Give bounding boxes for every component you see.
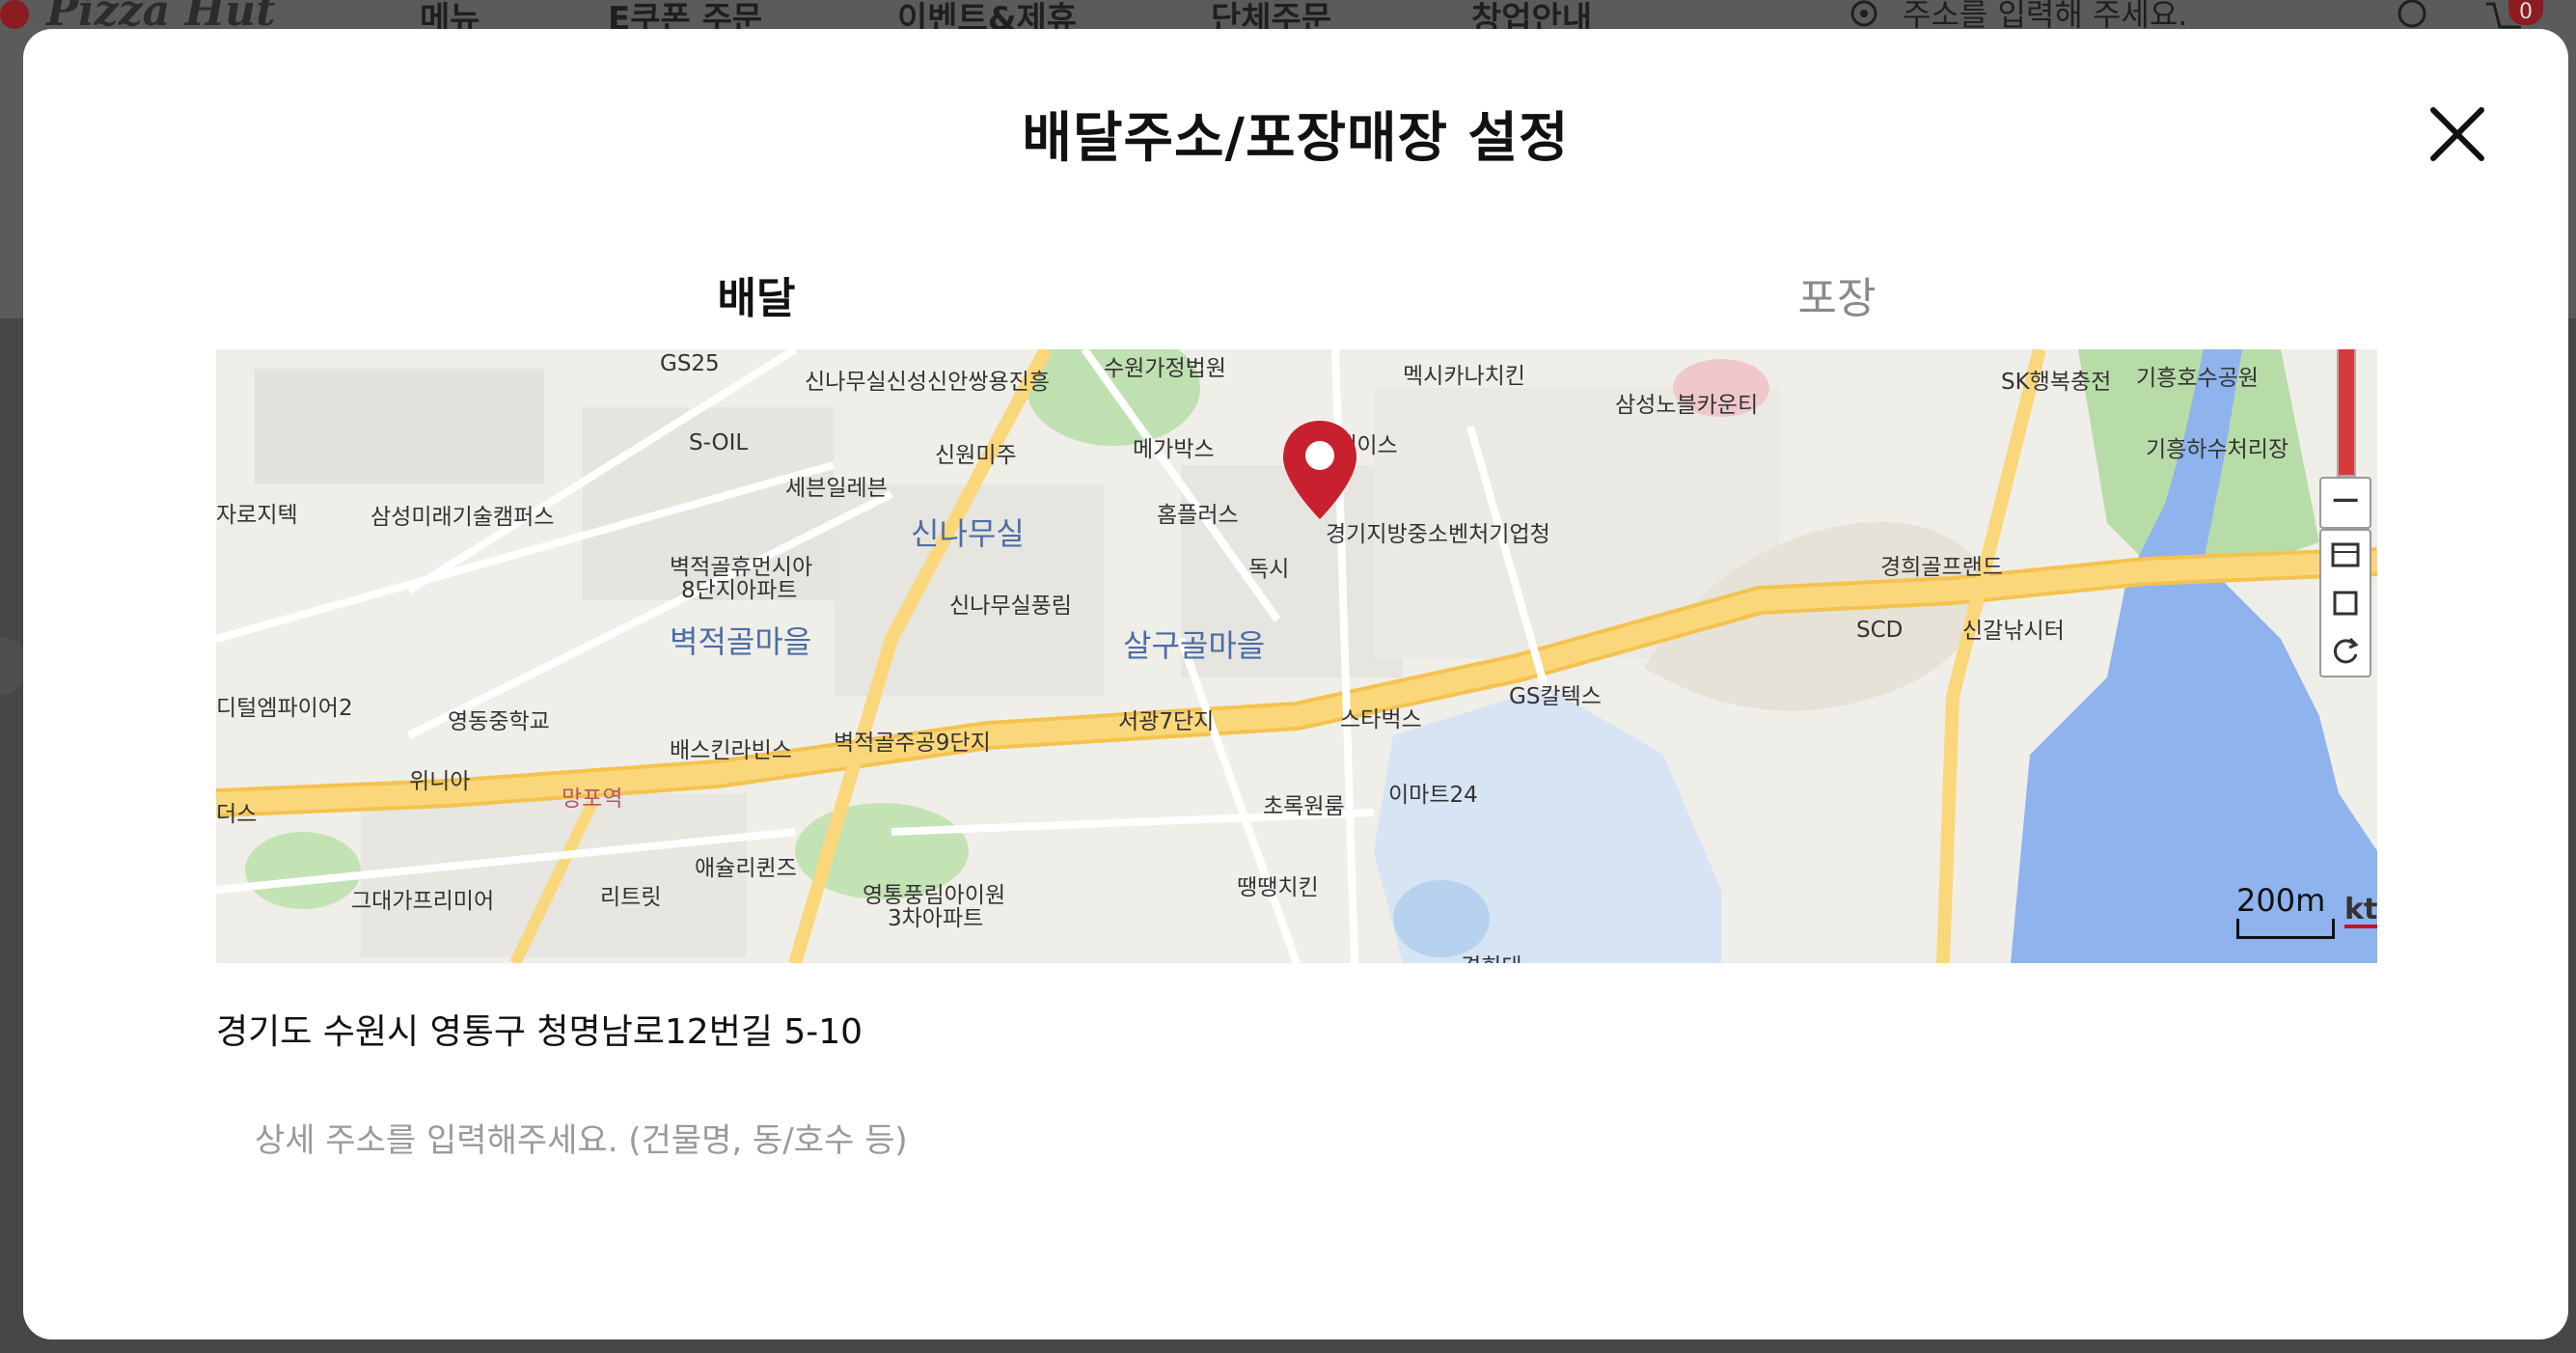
detail-address-input[interactable] (216, 1102, 2377, 1179)
map-label: 삼성노블카운티 (1615, 393, 1759, 418)
map-view[interactable]: GS25 신나무실신성신안쌍용진흥 수원가정법원 멕시카나치킨 삼성노블카운티 … (216, 349, 2377, 963)
map-label: 경기지방중소벤처기업청 (1326, 522, 1550, 547)
map-tools (2319, 529, 2371, 677)
map-label: 망포역 (562, 787, 623, 812)
map-label: 8단지아파트 (681, 578, 798, 603)
tab-delivery-label: 배달 (717, 274, 796, 323)
map-label: 자로지텍 (216, 503, 298, 528)
map-label: 위니아 (409, 769, 471, 794)
map-label: 기흥호수공원 (2136, 366, 2259, 391)
map-label: 세븐일레븐 (785, 476, 888, 501)
map-label: 그대가프리미어 (351, 889, 495, 914)
map-label: GS25 (660, 351, 720, 376)
location-marker-icon[interactable] (1281, 419, 1358, 521)
map-label: 홈플러스 (1157, 503, 1239, 528)
area-measure-icon[interactable] (2321, 579, 2370, 627)
zoom-out-button[interactable]: − (2319, 477, 2371, 529)
map-label: 영동중학교 (448, 709, 550, 734)
cart-count-badge: 0 (2508, 0, 2543, 25)
map-label: 3차아파트 (888, 906, 984, 931)
map-label: 더스 (216, 802, 258, 827)
map-label: GS칼텍스 (1509, 684, 1602, 709)
map-label: 이마트24 (1388, 783, 1478, 808)
map-label: 리트릿 (600, 885, 662, 910)
map-label: 신원미주 (935, 443, 1017, 468)
map-label: 삼성미래기술캠퍼스 (370, 505, 555, 530)
map-label: 땡땡치킨 (1237, 875, 1319, 900)
map-scale-label: 200m (2236, 882, 2326, 919)
map-label: 디털엠파이어2 (216, 696, 353, 721)
map-label: 살구골마을 (1123, 627, 1266, 664)
tab-pickup-label: 포장 (1797, 274, 1877, 323)
modal-title: 배달주소/포장매장 설정 (1022, 107, 1570, 170)
map-label: 독시 (1248, 557, 1290, 582)
address-modal: 배달주소/포장매장 설정 배달 포장 GS25 신나무실신성신안쌍용진흥 수원가… (23, 29, 2568, 1339)
map-label: 멕시카나치킨 (1403, 364, 1525, 389)
close-icon[interactable] (2424, 100, 2491, 168)
location-pin-icon (1850, 0, 1877, 27)
selected-address: 경기도 수원시 영통구 청명남로12번길 5-10 (216, 1012, 863, 1052)
map-label: 신갈낚시터 (1962, 619, 2065, 644)
logo-icon (0, 0, 29, 29)
map-label: SCD (1856, 618, 1904, 643)
map-label: 경희골프랜드 (1880, 555, 2003, 580)
map-label: 벽적골마을 (670, 623, 812, 660)
ruler-icon[interactable] (2321, 531, 2370, 579)
search-icon (2398, 0, 2426, 28)
map-label: 수원가정법원 (1104, 356, 1226, 381)
map-label: 신나무실신성신안쌍용진흥 (805, 370, 1050, 395)
map-label: 기흥하수처리장 (2146, 437, 2289, 462)
map-label: 애슐리퀸즈 (695, 856, 797, 881)
reset-icon[interactable] (2321, 627, 2370, 676)
map-label: 초록원룸 (1263, 794, 1345, 819)
map-label: 벽적골주공9단지 (834, 731, 991, 756)
map-label: 신나무실 (911, 515, 1025, 552)
zoom-level-bar[interactable] (2337, 349, 2356, 477)
map-label: 서광7단지 (1118, 709, 1215, 734)
map-label: 경희대 (1461, 948, 1521, 963)
map-label: 신나무실풍림 (949, 594, 1072, 619)
map-label: SK행복충전 (2001, 370, 2112, 395)
map-scale-bar (2236, 919, 2335, 939)
map-label: 스타벅스 (1340, 707, 1422, 732)
map-label: 메가박스 (1133, 437, 1215, 462)
map-label: S-OIL (689, 430, 749, 456)
map-label: 배스킨라빈스 (670, 738, 792, 763)
map-provider-logo: kt (2344, 893, 2377, 928)
